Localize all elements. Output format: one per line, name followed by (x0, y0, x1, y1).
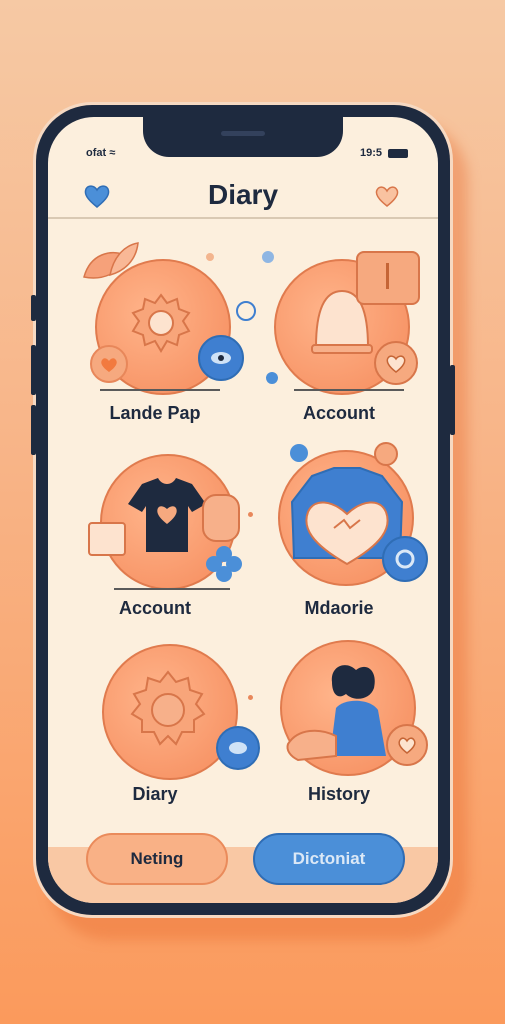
app-header: Diary (48, 167, 438, 219)
tag-icon (356, 251, 420, 305)
volume-down-button (31, 405, 36, 455)
heart-outline-icon[interactable] (372, 181, 402, 211)
bag-icon (88, 522, 126, 556)
grid-label: History (307, 784, 370, 804)
grid-label: Lande Pap (109, 403, 201, 423)
volume-up-button (31, 345, 36, 395)
grid-item-account-2[interactable]: Account (70, 432, 242, 632)
dictoniat-button[interactable]: Dictoniat (253, 833, 405, 885)
grid-label: Account (303, 403, 375, 423)
dot-decoration (248, 512, 253, 517)
divider (294, 389, 404, 391)
gear-icon (130, 670, 206, 746)
flower-icon (206, 546, 242, 582)
status-time: 19:5 (359, 147, 382, 159)
power-button (450, 365, 455, 435)
grid-label: Diary (132, 784, 178, 804)
grid-item-diary[interactable]: Diary (70, 622, 260, 822)
gear-icon (131, 293, 191, 353)
mute-switch (31, 295, 36, 321)
wifi-icon: ≈ (109, 147, 116, 159)
camera-badge-icon (382, 536, 428, 582)
flower-decoration-icon (290, 444, 308, 462)
phone-frame: ofat ≈ 19:5 Diary Lande Pap Account Acco… (31, 105, 455, 915)
dot-decoration (206, 253, 214, 261)
leaf-icon (83, 242, 139, 279)
grid-item-history[interactable]: History (254, 622, 428, 822)
neting-button[interactable]: Neting (86, 833, 228, 885)
heart-face-badge-icon (386, 724, 428, 766)
dot-decoration (248, 695, 253, 700)
grid-item-lande-pap[interactable]: Lande Pap (70, 237, 244, 437)
divider (100, 389, 220, 391)
eye-badge-icon (198, 335, 244, 381)
grid-label: Mdaorie (304, 598, 374, 618)
ring-decoration (236, 301, 256, 321)
heart-face-badge-icon (374, 341, 418, 385)
grid-item-mdaorie[interactable]: Mdaorie (254, 432, 428, 632)
divider (114, 588, 230, 590)
heart-badge-icon (90, 345, 128, 383)
shirt-icon (128, 478, 206, 552)
status-right: 19:5 (360, 147, 408, 159)
battery-icon (388, 148, 408, 158)
grid-item-account-1[interactable]: Account (254, 237, 424, 437)
notch (143, 117, 343, 157)
heart-decoration-icon (374, 442, 398, 466)
status-carrier: ofat ≈ (86, 147, 116, 159)
hand-icon (202, 494, 240, 542)
app-screen: ofat ≈ 19:5 Diary Lande Pap Account Acco… (48, 117, 438, 903)
grid-label: Account (119, 598, 191, 618)
